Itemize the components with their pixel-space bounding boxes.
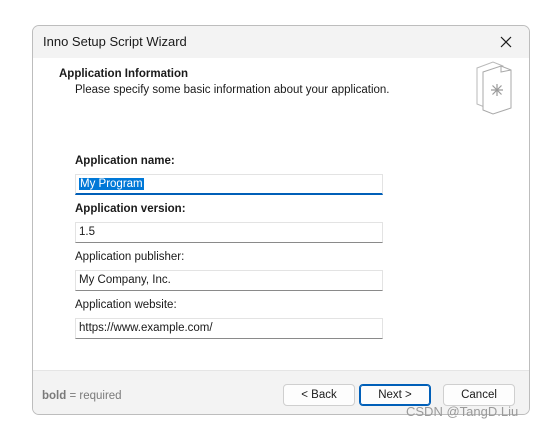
app-website-label: Application website: <box>75 299 177 311</box>
app-publisher-label: Application publisher: <box>75 251 185 263</box>
page-description: Please specify some basic information ab… <box>75 84 390 96</box>
app-website-value: https://www.example.com/ <box>79 322 213 334</box>
app-version-label: Application version: <box>75 203 186 215</box>
app-publisher-input[interactable]: My Company, Inc. <box>75 270 383 291</box>
app-name-value: My Program <box>79 178 144 190</box>
wizard-window: Inno Setup Script Wizard Application Inf… <box>32 25 530 415</box>
next-button[interactable]: Next > <box>359 384 431 406</box>
required-note-bold: bold <box>42 390 67 402</box>
window-title: Inno Setup Script Wizard <box>43 34 187 49</box>
title-bar: Inno Setup Script Wizard <box>33 26 529 58</box>
app-version-value: 1.5 <box>79 226 95 238</box>
page-content: Application Information Please specify s… <box>33 58 529 370</box>
cancel-button[interactable]: Cancel <box>443 384 515 406</box>
watermark: CSDN @TangD.Liu <box>406 404 519 419</box>
setup-wizard-document-icon <box>476 61 512 115</box>
required-note: bold = required <box>42 390 122 402</box>
app-website-input[interactable]: https://www.example.com/ <box>75 318 383 339</box>
close-icon <box>500 36 512 48</box>
page-heading: Application Information <box>59 68 189 80</box>
app-name-label: Application name: <box>75 155 175 167</box>
back-button[interactable]: < Back <box>283 384 355 406</box>
close-button[interactable] <box>483 26 529 58</box>
app-version-input[interactable]: 1.5 <box>75 222 383 243</box>
app-publisher-value: My Company, Inc. <box>79 274 171 286</box>
app-name-input[interactable]: My Program <box>75 174 383 195</box>
required-note-text: = required <box>66 390 122 402</box>
